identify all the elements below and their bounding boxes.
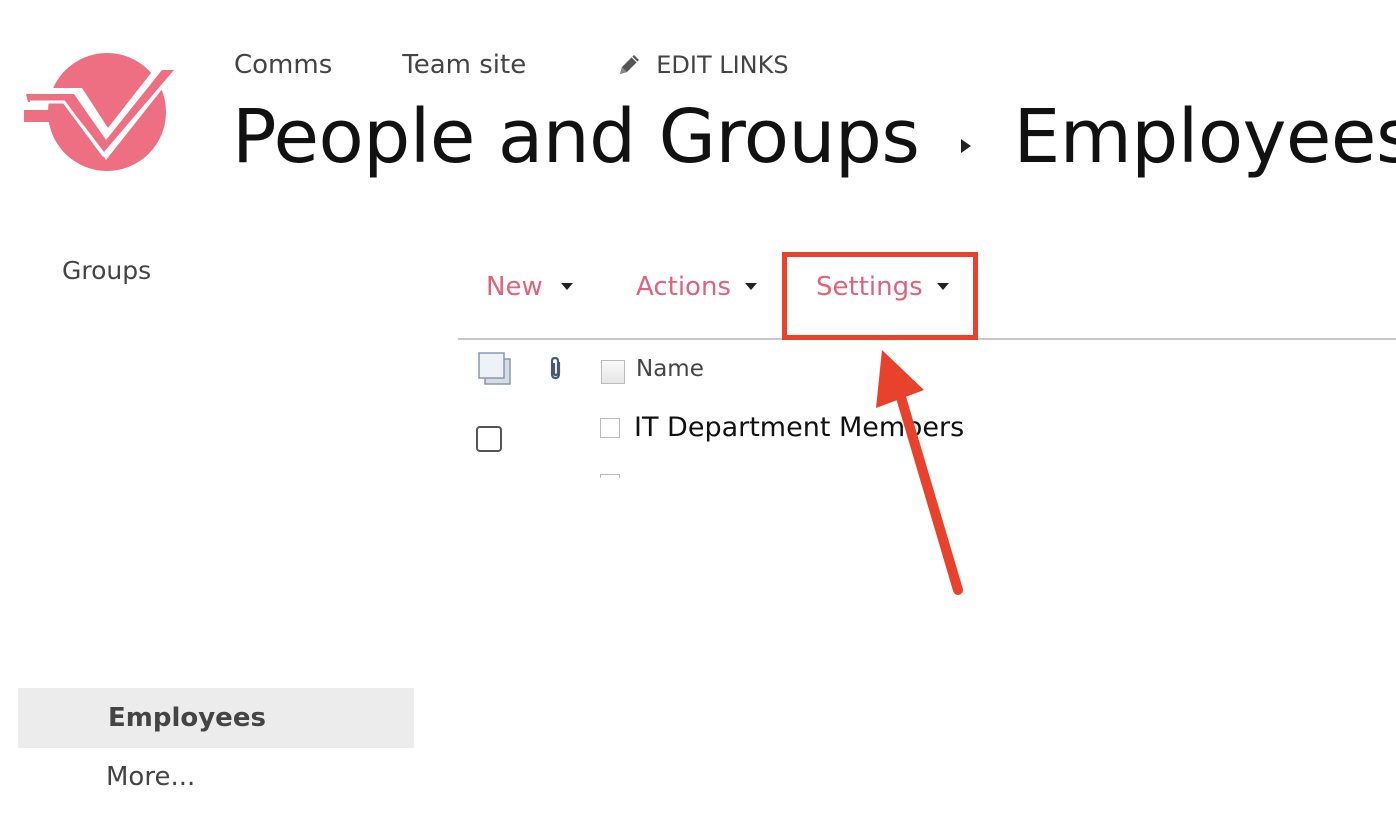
paperclip-icon bbox=[550, 356, 561, 380]
row-select-checkbox[interactable] bbox=[476, 426, 502, 452]
caret-down-icon bbox=[744, 283, 757, 290]
sidebar-item-groups[interactable]: Groups bbox=[62, 256, 151, 285]
column-header-name[interactable]: Name bbox=[636, 356, 704, 382]
actions-menu-label: Actions bbox=[636, 272, 731, 302]
new-menu-label: New bbox=[486, 272, 543, 302]
new-menu-button[interactable]: New bbox=[486, 272, 573, 302]
row-item-checkbox[interactable] bbox=[600, 418, 620, 438]
row-item-checkbox bbox=[600, 474, 620, 478]
table-row[interactable]: IT Department Members bbox=[458, 410, 1396, 464]
breadcrumb-parent[interactable]: People and Groups bbox=[232, 94, 920, 180]
clipped-table-row bbox=[458, 466, 918, 478]
nav-link-team-site[interactable]: Team site bbox=[402, 50, 526, 80]
edit-links-button[interactable]: EDIT LINKS bbox=[614, 50, 789, 80]
edit-links-label: EDIT LINKS bbox=[656, 51, 789, 79]
nav-link-comms[interactable]: Comms bbox=[234, 50, 332, 80]
triangle-right-icon bbox=[961, 139, 972, 153]
sidebar-item-employees[interactable]: Employees bbox=[18, 688, 414, 748]
command-bar: New Actions Settings bbox=[458, 258, 1396, 340]
select-all-checkbox[interactable] bbox=[601, 360, 625, 384]
pencil-icon bbox=[620, 55, 640, 74]
sidebar-item-label: Employees bbox=[108, 703, 266, 733]
breadcrumb-current: Employees bbox=[1013, 94, 1396, 180]
multi-select-icon[interactable] bbox=[476, 350, 512, 386]
actions-menu-button[interactable]: Actions bbox=[636, 272, 757, 302]
settings-menu-label: Settings bbox=[816, 272, 923, 302]
page-root: Comms Team site EDIT LINKS People and Gr… bbox=[0, 0, 1396, 818]
sidebar-more-link[interactable]: More... bbox=[106, 762, 195, 792]
caret-down-icon bbox=[936, 283, 949, 290]
page-title: People and Groups Employees bbox=[232, 94, 1396, 180]
top-navigation: Comms Team site EDIT LINKS bbox=[234, 48, 789, 82]
settings-menu-button[interactable]: Settings bbox=[816, 272, 949, 302]
site-logo[interactable] bbox=[24, 52, 184, 174]
row-name-link[interactable]: IT Department Members bbox=[634, 412, 964, 443]
site-logo-icon bbox=[24, 53, 182, 171]
list-header: Name bbox=[458, 346, 1396, 396]
caret-down-icon bbox=[560, 283, 573, 290]
